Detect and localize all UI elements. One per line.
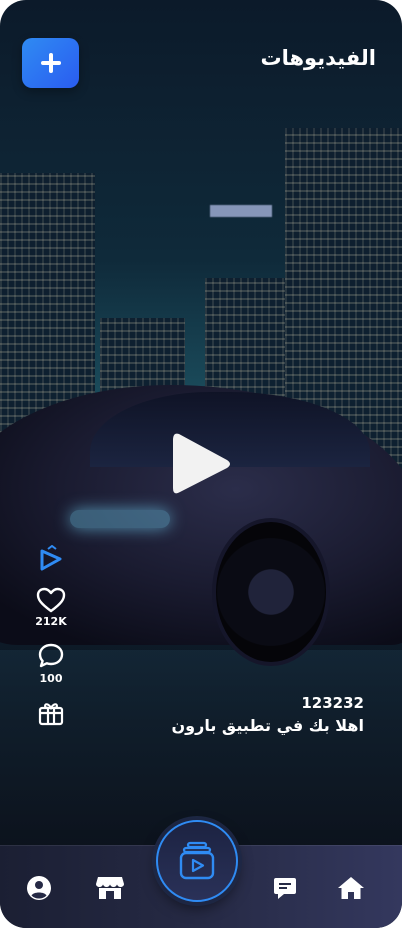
phone-screen: الفيديوهات 212K 100 123232 اهلا بك في تط…: [0, 0, 402, 928]
likes-count: 212K: [35, 615, 67, 628]
gift-action[interactable]: [26, 699, 76, 727]
home-icon: [338, 877, 364, 899]
store-icon: [96, 877, 124, 899]
nav-home[interactable]: [336, 874, 366, 902]
comments-count: 100: [39, 672, 63, 685]
brand-logo-icon: [40, 545, 62, 571]
caption-text: اهلا بك في تطبيق بارون: [171, 716, 364, 735]
comment-action[interactable]: 100: [26, 642, 76, 685]
video-icon: [179, 841, 215, 880]
nav-videos-button[interactable]: [156, 820, 238, 902]
like-action[interactable]: 212K: [26, 587, 76, 628]
comment-icon: [38, 643, 64, 668]
chat-icon: [274, 878, 296, 899]
heart-icon: [36, 587, 66, 613]
user-icon: [27, 876, 51, 900]
video-id: 123232: [301, 694, 364, 712]
play-icon[interactable]: [171, 430, 233, 498]
gift-icon: [38, 703, 64, 726]
nav-messages[interactable]: [270, 874, 300, 902]
plus-icon: [40, 53, 61, 73]
brand-logo[interactable]: [26, 545, 76, 573]
video-caption: 123232 اهلا بك في تطبيق بارون: [172, 694, 364, 735]
nav-store[interactable]: [95, 874, 125, 902]
side-actions: 212K 100: [26, 545, 76, 727]
add-video-button[interactable]: [22, 38, 79, 88]
page-title: الفيديوهات: [260, 46, 377, 70]
nav-profile[interactable]: [24, 874, 54, 902]
